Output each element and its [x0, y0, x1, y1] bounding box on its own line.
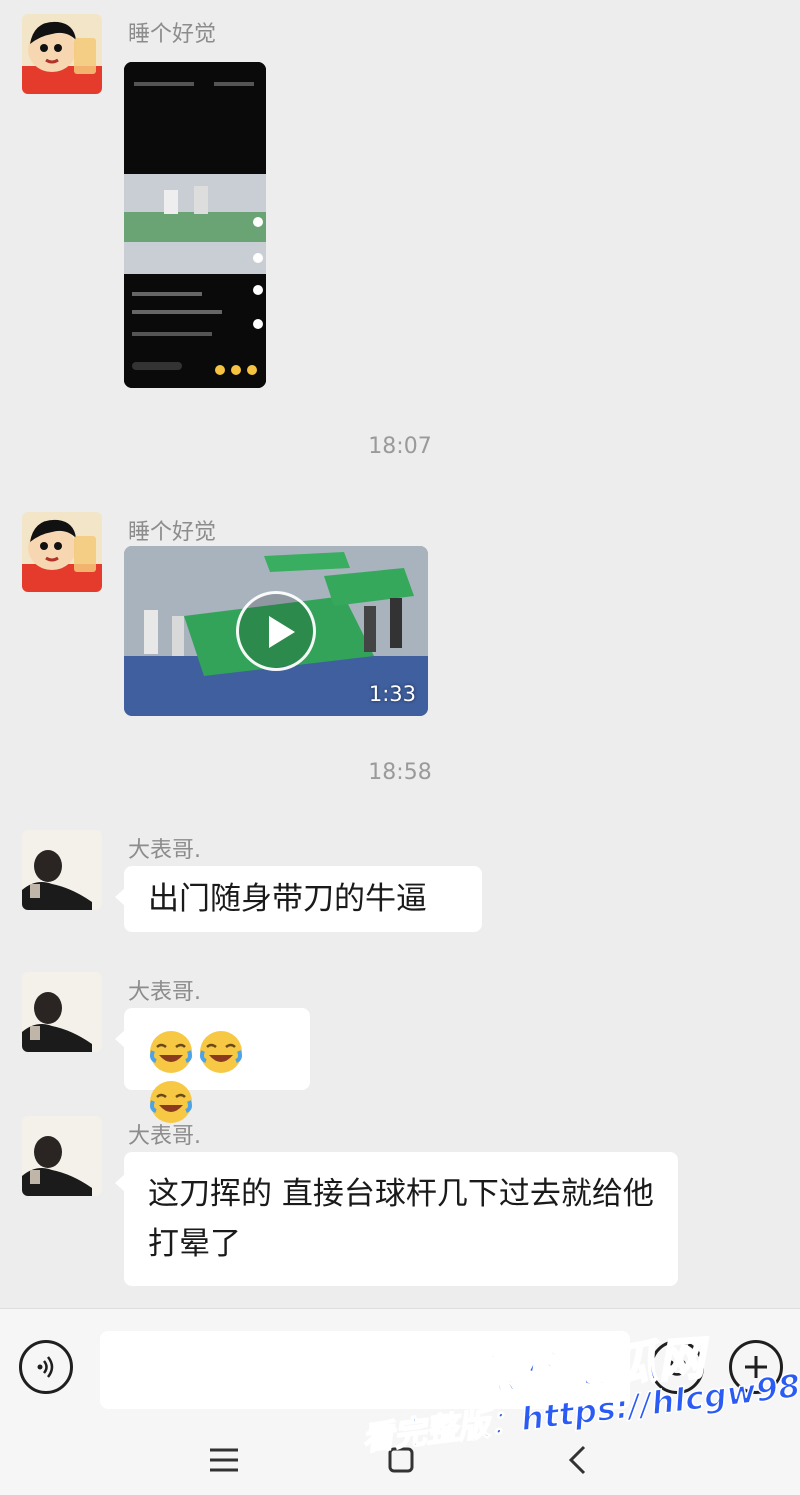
avatar-photo[interactable]	[22, 830, 102, 910]
menu-icon[interactable]	[199, 1440, 249, 1480]
sender-name: 大表哥.	[128, 838, 201, 863]
timestamp: 18:58	[368, 760, 432, 785]
avatar-photo[interactable]	[22, 1116, 102, 1196]
laugh-cry-emoji	[148, 1029, 194, 1075]
message-bubble[interactable]: 这刀挥的 直接台球杆几下过去就给他打晕了	[115, 1152, 678, 1286]
timestamp: 18:07	[368, 434, 432, 459]
avatar-cartoon[interactable]	[22, 512, 102, 592]
message-bubble[interactable]: 出门随身带刀的牛逼	[115, 866, 482, 932]
message-text: 大表哥. 这刀挥的 直接台球杆几下过去就给他打晕了	[0, 1116, 800, 1286]
image-thumbnail[interactable]	[124, 62, 266, 388]
sender-name: 睡个好觉	[128, 22, 217, 47]
sender-name: 睡个好觉	[128, 520, 217, 545]
message-bubble[interactable]	[115, 1008, 310, 1123]
message-text: 大表哥. 出门随身带刀的牛逼	[0, 830, 800, 950]
sender-name: 大表哥.	[128, 1124, 201, 1149]
voice-icon[interactable]	[19, 1340, 73, 1394]
video-thumbnail[interactable]: 1:33	[124, 546, 428, 716]
play-icon[interactable]	[236, 591, 316, 671]
avatar-cartoon[interactable]	[22, 14, 102, 94]
laugh-cry-emoji	[198, 1029, 244, 1075]
video-duration: 1:33	[368, 682, 416, 706]
sender-name: 大表哥.	[128, 980, 201, 1005]
message-emoji: 大表哥.	[0, 972, 800, 1123]
message-video: 睡个好觉 1:33	[0, 512, 800, 722]
back-icon[interactable]	[552, 1440, 602, 1480]
avatar-photo[interactable]	[22, 972, 102, 1052]
message-image: 睡个好觉	[0, 14, 800, 394]
